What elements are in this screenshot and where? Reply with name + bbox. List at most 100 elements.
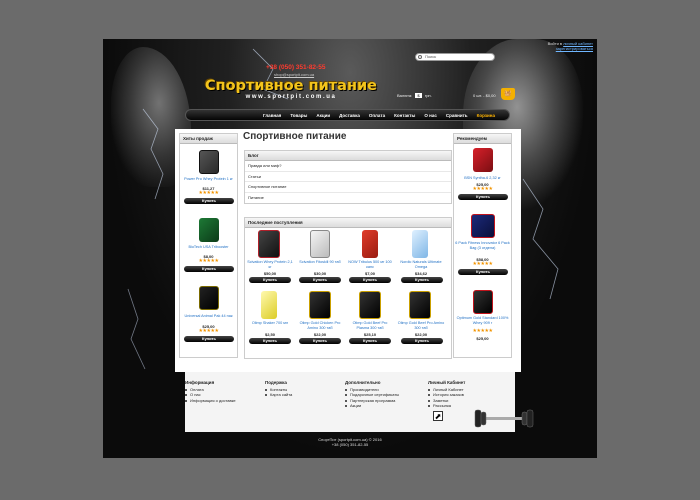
currency-switcher: Валюта: $ грн. xyxy=(397,93,432,98)
nav-promotions[interactable]: Акции xyxy=(316,113,330,118)
currency-usd[interactable]: $ xyxy=(415,93,422,98)
sidebar-product: 6 Pack Fitness Innovator 6 Pack Bag (3 о… xyxy=(454,214,511,284)
product-price: $7,00 xyxy=(364,271,375,276)
nav-compare[interactable]: Сравнить xyxy=(446,113,468,118)
footer-link[interactable]: Карта сайта xyxy=(265,392,345,398)
register-link[interactable]: зарегистрироваться xyxy=(556,46,593,51)
sidebar-product: BSN Syntha-6 2,32 кг $25,00 ★★★★★ Купить xyxy=(454,144,511,214)
nav-contacts[interactable]: Контакты xyxy=(394,113,415,118)
search-input[interactable]: Поиск xyxy=(415,53,495,61)
product-image[interactable] xyxy=(310,230,330,258)
footer-col-support: Подержка Контакты Карта сайта xyxy=(265,380,345,398)
footer-link[interactable]: Информация о доставке xyxy=(185,398,265,404)
product-name[interactable]: Nordic Naturals Ultimate Omega xyxy=(397,260,445,269)
buy-button[interactable]: Купить xyxy=(184,336,234,342)
product-image[interactable] xyxy=(409,291,431,319)
product-image[interactable] xyxy=(362,230,378,258)
product-image[interactable] xyxy=(359,291,381,319)
rating-stars: ★★★★★ xyxy=(198,328,219,334)
blog-title: Блог xyxy=(245,151,451,161)
buy-button[interactable]: Купить xyxy=(299,277,341,283)
product-name[interactable]: BSN Syntha-6 2,32 кг xyxy=(454,176,511,181)
blog-item[interactable]: Правда или миф? xyxy=(245,161,451,172)
product-image[interactable] xyxy=(261,291,277,319)
email-link[interactable]: shop@sportpit.com.ua xyxy=(274,72,314,77)
buy-button[interactable]: Купить xyxy=(184,266,234,272)
nav-products[interactable]: Товары xyxy=(290,113,307,118)
search-placeholder: Поиск xyxy=(425,54,437,59)
buy-button[interactable]: Купить xyxy=(349,277,391,283)
rating-stars: ★★★★★ xyxy=(198,258,219,264)
rating-stars: ★★★★★ xyxy=(472,261,493,267)
product-image[interactable] xyxy=(471,214,495,238)
product-name[interactable]: Universal Animal Pak 44 пак xyxy=(180,314,237,319)
rating-stars: ★★★★★ xyxy=(472,328,493,334)
nav-about[interactable]: О нас xyxy=(424,113,436,118)
product-image[interactable] xyxy=(199,218,219,242)
buy-button[interactable]: Купить xyxy=(184,198,234,204)
footer-link[interactable]: Акции xyxy=(345,403,425,409)
recent-products-box: Последние поступления Scivation Whey Pro… xyxy=(244,217,452,359)
phone-number: +38 (050) 351-82-55 xyxy=(266,64,326,71)
product-price: $25,00 xyxy=(476,336,489,341)
product-price: $2,50 xyxy=(264,332,275,337)
product-image[interactable] xyxy=(412,230,428,258)
nav-delivery[interactable]: Доставка xyxy=(339,113,360,118)
buy-button[interactable]: Купить xyxy=(458,194,508,200)
blog-item[interactable]: Спортивное питание xyxy=(245,182,451,193)
bestsellers-box: Хиты продаж Power Pro Whey Protein 1 кг … xyxy=(179,133,238,358)
nav-home[interactable]: Главная xyxy=(263,113,281,118)
footer-col-title: Дополнительно xyxy=(345,380,381,385)
login-links: Войти в личный кабинет зарегистрироватьс… xyxy=(455,41,593,51)
product-name[interactable]: BioTech USA Tribooster xyxy=(180,245,237,250)
product-image[interactable] xyxy=(309,291,331,319)
product-image[interactable] xyxy=(199,150,219,174)
product-image[interactable] xyxy=(258,230,280,258)
currency-uah[interactable]: грн. xyxy=(425,93,432,98)
product-price: $30,00 xyxy=(313,271,327,276)
footer-col-title: Личный Кабинет xyxy=(428,380,466,385)
blog-item[interactable]: Питание xyxy=(245,193,451,204)
product-name[interactable]: Scivation Whey Protein 2,1 кг xyxy=(247,260,293,269)
product-image[interactable] xyxy=(473,290,493,314)
product-price: $50,00 xyxy=(263,271,277,276)
product-image[interactable] xyxy=(199,286,219,310)
footer-col-account: Личный Кабинет Личный Кабинет История за… xyxy=(428,380,508,409)
buy-button[interactable]: Купить xyxy=(349,338,391,344)
product-name[interactable]: Power Pro Whey Protein 1 кг xyxy=(180,177,237,182)
buy-button[interactable]: Купить xyxy=(249,277,291,283)
product-name[interactable]: Olimp Shaker 700 мл xyxy=(247,321,293,326)
buy-button[interactable]: Купить xyxy=(401,277,443,283)
product-name[interactable]: Optimum Gold Standard 100% Whey 909 г xyxy=(454,316,511,325)
footer-col-title: Подержка xyxy=(265,380,287,385)
buy-button[interactable]: Купить xyxy=(299,338,341,344)
product-name[interactable]: Olimp Gold Chicken Pro Amino 300 таб xyxy=(297,321,343,330)
footer: Информация Оплата О нас Информация о дос… xyxy=(185,372,515,432)
logo-url: www.sportpit.com.ua xyxy=(245,94,337,100)
nav-payment[interactable]: Оплата xyxy=(369,113,385,118)
expand-arrow-icon[interactable]: ⬈ xyxy=(433,411,443,421)
product-image[interactable] xyxy=(473,148,493,172)
buy-button[interactable]: Купить xyxy=(458,269,508,275)
copyright-phone: +38 (050) 351-82-55 xyxy=(331,442,369,447)
product-name[interactable]: Olimp Gold Beef Pro Amino 300 таб xyxy=(397,321,445,330)
product-name[interactable]: NOW Tribulus 500 мг 100 капс xyxy=(347,260,393,269)
site-logo[interactable]: Спортивное питание www.sportpit.com.ua xyxy=(201,78,381,100)
search-icon xyxy=(418,55,422,59)
sidebar-product: Optimum Gold Standard 100% Whey 909 г ★★… xyxy=(454,284,511,354)
blog-item[interactable]: Статьи xyxy=(245,172,451,182)
buy-button[interactable]: Купить xyxy=(249,338,291,344)
blog-box: Блог Правда или миф? Статьи Спортивное п… xyxy=(244,150,452,204)
product-price: $34,62 xyxy=(414,271,428,276)
footer-col-title: Информация xyxy=(185,380,215,385)
buy-button[interactable]: Купить xyxy=(401,338,443,344)
nav-cart[interactable]: Корзина xyxy=(477,113,495,118)
rating-stars: ★★★★★ xyxy=(472,186,493,192)
sidebar-product: Power Pro Whey Protein 1 кг $11,27 ★★★★★… xyxy=(180,144,237,214)
cart-basket-icon[interactable]: 🧺 xyxy=(501,88,515,100)
product-name[interactable]: Olimp Gold Beef Pro Plasma 300 таб xyxy=(347,321,393,330)
product-name[interactable]: Scivation Fitoskill 90 таб xyxy=(297,260,343,265)
sidebar-product: BioTech USA Tribooster $8,00 ★★★★★ Купит… xyxy=(180,214,237,284)
product-name[interactable]: 6 Pack Fitness Innovator 6 Pack Bag (3 о… xyxy=(454,241,511,250)
cart-summary[interactable]: 0 шт. - $0,00 xyxy=(473,93,496,98)
